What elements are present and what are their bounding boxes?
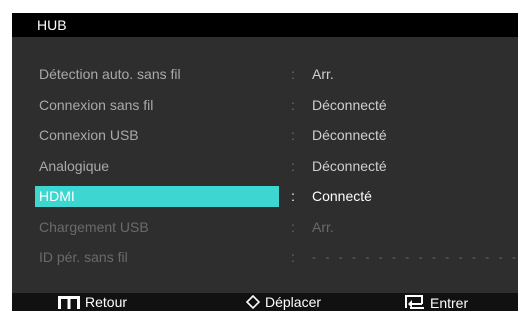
separator: : [291, 96, 295, 113]
osd-menu-panel: HUB Détection auto. sans fil : Arr. Conn… [12, 13, 518, 311]
hub-menu-list: Détection auto. sans fil : Arr. Connexio… [12, 60, 518, 274]
separator: : [291, 188, 295, 204]
menu-item-hdmi[interactable]: HDMI : Connecté [12, 182, 518, 213]
move-hint[interactable]: Déplacer [245, 294, 321, 311]
menu-item-value: Déconnecté [312, 127, 387, 143]
enter-hint[interactable]: Entrer [404, 294, 468, 311]
menu-item-value: Déconnecté [312, 96, 387, 113]
separator: : [291, 157, 295, 174]
menu-item-label: ID pér. sans fil [39, 249, 128, 265]
enter-label: Entrer [430, 295, 469, 311]
menu-item-usb-charging: Chargement USB : Arr. [12, 213, 518, 244]
menu-item-label: Chargement USB [39, 218, 149, 235]
menu-item-wireless-peripheral-id: ID pér. sans fil : - - - - - - - - - - -… [12, 243, 518, 274]
separator: : [291, 127, 295, 143]
back-hint[interactable]: Retour [57, 294, 127, 311]
menu-item-label: HDMI [35, 186, 279, 207]
enter-icon [405, 295, 424, 309]
menu-item-label: Connexion USB [39, 127, 139, 143]
menu-item-value: Arr. [312, 218, 334, 235]
separator: : [291, 249, 295, 265]
menu-title: HUB [37, 17, 67, 33]
menu-item-usb-connection[interactable]: Connexion USB : Déconnecté [12, 121, 518, 152]
menu-item-value: Déconnecté [312, 157, 387, 174]
menu-item-label: Détection auto. sans fil [39, 66, 181, 82]
menu-item-value: Connecté [312, 188, 372, 204]
footer-hint-bar: Retour Déplacer Entrer [12, 293, 518, 311]
separator: : [291, 66, 295, 82]
menu-grid-icon [58, 296, 80, 309]
title-bar: HUB [12, 13, 518, 37]
menu-item-value: - - - - - - - - - - - - - - - - [312, 250, 518, 264]
move-label: Déplacer [265, 294, 322, 310]
menu-item-label: Connexion sans fil [39, 96, 154, 113]
menu-item-value: Arr. [312, 66, 334, 82]
menu-item-analog[interactable]: Analogique : Déconnecté [12, 152, 518, 183]
back-label: Retour [85, 294, 128, 310]
diamond-arrows-icon [245, 294, 261, 310]
menu-item-wireless-auto-detection[interactable]: Détection auto. sans fil : Arr. [12, 60, 518, 91]
menu-item-label: Analogique [39, 157, 110, 174]
menu-item-wireless-connection[interactable]: Connexion sans fil : Déconnecté [12, 91, 518, 122]
separator: : [291, 218, 295, 235]
